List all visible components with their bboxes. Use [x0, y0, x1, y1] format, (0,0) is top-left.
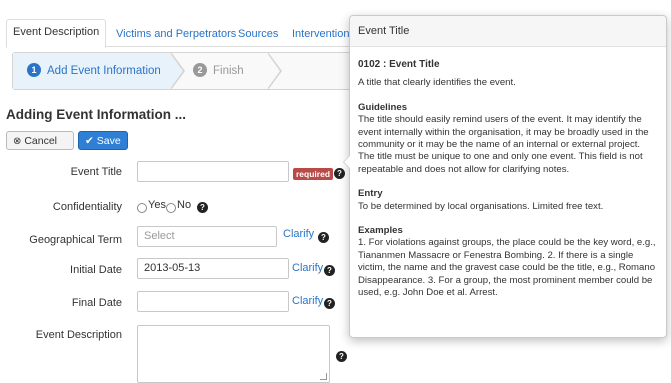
save-label: Save [96, 135, 121, 147]
final-date-label: Final Date [71, 297, 122, 309]
save-button[interactable]: ✔ Save [78, 131, 128, 150]
step-divider-fill [267, 53, 280, 89]
popover-header: Event Title [350, 16, 666, 47]
geographical-term-clarify-link[interactable]: Clarify [283, 228, 314, 240]
popover-guidelines-heading: Guidelines [358, 101, 408, 113]
event-description-label: Event Description [35, 329, 122, 341]
question-circle-icon[interactable]: ? [324, 265, 335, 276]
popover-arrow-fill [344, 156, 350, 168]
popover-examples-heading: Examples [358, 225, 403, 237]
close-circle-icon: ⊗ [13, 136, 22, 147]
required-badge: required [293, 168, 334, 180]
initial-date-input[interactable]: 2013-05-13 [137, 258, 289, 279]
resize-handle[interactable] [320, 373, 327, 380]
final-date-clarify-link[interactable]: Clarify [292, 295, 323, 307]
popover-examples-text: 1. For violations against groups, the pl… [358, 237, 656, 299]
confidentiality-yes-radio[interactable] [137, 203, 147, 213]
question-circle-icon[interactable]: ? [336, 351, 347, 362]
event-title-label: Event Title [70, 166, 122, 178]
question-circle-icon[interactable]: ? [197, 202, 208, 213]
tab-sources[interactable]: Sources [232, 22, 284, 46]
step-label: Finish [213, 65, 244, 77]
question-circle-icon[interactable]: ? [334, 168, 345, 179]
check-icon: ✔ [85, 135, 94, 147]
question-circle-icon[interactable]: ? [324, 298, 335, 309]
confidentiality-label: Confidentiality [52, 201, 122, 213]
event-description-textarea[interactable] [137, 325, 330, 383]
page-title: Adding Event Information ... [6, 107, 186, 122]
popover-entry-text: To be determined by local organisations.… [358, 200, 604, 212]
confidentiality-no-radio[interactable] [166, 203, 176, 213]
geographical-term-select[interactable]: Select [137, 226, 277, 247]
cancel-label: Cancel [24, 135, 57, 147]
confidentiality-no-label: No [177, 199, 192, 211]
popover-entry-heading: Entry [358, 188, 383, 200]
initial-date-clarify-link[interactable]: Clarify [292, 262, 323, 274]
popover-summary: A title that clearly identifies the even… [358, 77, 516, 89]
wizard-step-add-event-information[interactable]: 1 Add Event Information [13, 53, 171, 89]
step-number-badge: 1 [27, 63, 41, 77]
question-circle-icon[interactable]: ? [318, 232, 329, 243]
event-title-input[interactable] [137, 161, 289, 182]
help-popover: Event Title 0102 : Event Title A title t… [343, 15, 667, 338]
step-number-badge: 2 [193, 63, 207, 77]
popover-body: 0102 : Event Title A title that clearly … [350, 47, 666, 300]
tab-event-description[interactable]: Event Description [6, 19, 107, 48]
step-divider-fill [170, 53, 183, 89]
wizard-step-finish[interactable]: 2 Finish [193, 53, 244, 89]
popover-code-title: 0102 : Event Title [358, 59, 440, 70]
cancel-button[interactable]: ⊗ Cancel [6, 131, 74, 150]
popover-guidelines-text: The title should easily remind users of … [358, 114, 649, 175]
step-label: Add Event Information [47, 65, 161, 77]
final-date-input[interactable] [137, 291, 289, 312]
initial-date-label: Initial Date [70, 264, 122, 276]
confidentiality-yes-label: Yes [148, 199, 166, 211]
geographical-term-label: Geographical Term [29, 234, 122, 246]
tab-victims-and-perpetrators[interactable]: Victims and Perpetrators [110, 22, 242, 46]
